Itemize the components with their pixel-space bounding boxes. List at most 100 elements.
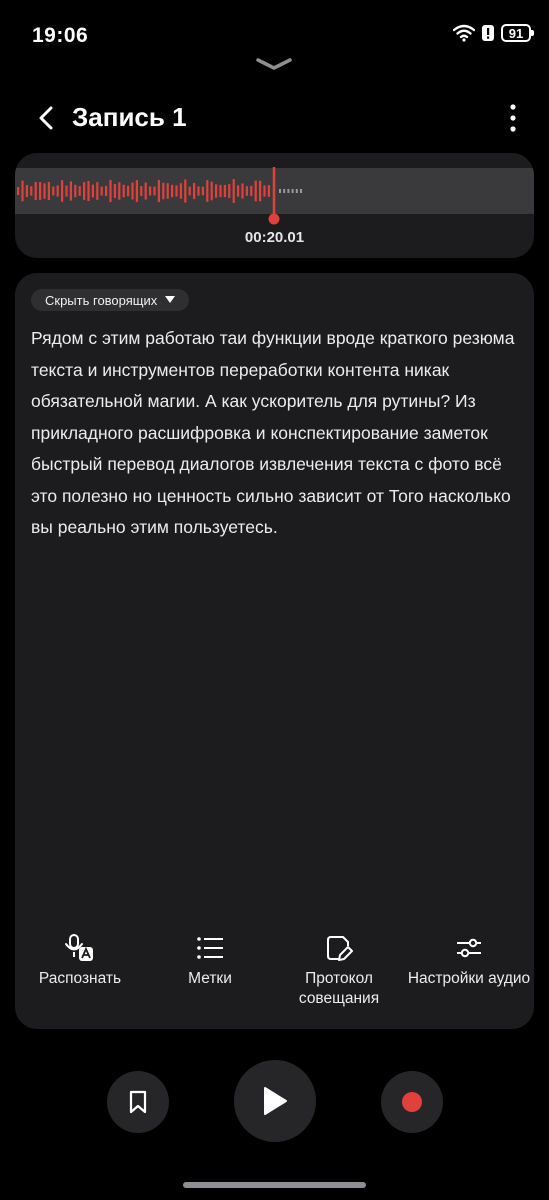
bookmark-button[interactable] (107, 1071, 169, 1133)
waveform-bar (201, 186, 204, 196)
meeting-protocol-label: Протокол совещания (298, 970, 380, 1007)
waveform-bar (39, 182, 42, 200)
transcript-card: Скрыть говорящих Рядом с этим работаю та… (15, 273, 534, 1029)
status-bar: 19:06 91 (0, 0, 549, 72)
waveform-bar (245, 186, 248, 196)
waveform-bar (250, 185, 253, 197)
recognize-button[interactable]: Распознать (15, 933, 145, 989)
waveform-bar (223, 184, 226, 198)
audio-settings-label: Настройки аудио (407, 970, 531, 987)
waveform-bar (175, 185, 178, 197)
waveform-bar (267, 185, 270, 197)
wifi-icon (453, 24, 475, 42)
playhead-handle[interactable] (268, 213, 280, 225)
waveform-placeholder-dot (287, 189, 290, 193)
waveform-placeholder-dot (295, 189, 298, 193)
waveform-bar (193, 182, 196, 200)
waveform-bar (21, 180, 24, 202)
waveform-placeholder-dot (300, 189, 302, 193)
waveform-bar (140, 185, 143, 197)
sliders-icon (457, 938, 481, 958)
waveform-bar (232, 179, 235, 203)
caret-down-icon (165, 296, 176, 303)
record-icon (402, 1092, 422, 1112)
hide-speakers-toggle[interactable]: Скрыть говорящих (31, 289, 190, 311)
waveform-bar (157, 179, 160, 203)
waveform-bar (74, 184, 77, 198)
waveform-bar (241, 183, 244, 199)
chevron-left-icon (39, 106, 53, 130)
waveform-bar (87, 180, 90, 202)
waveform-bar (100, 186, 103, 196)
status-icons: 91 (453, 24, 534, 42)
bookmark-icon (129, 1090, 147, 1114)
waveform-bar (91, 184, 94, 198)
waveform-bar (259, 180, 262, 202)
waveform-card[interactable]: 00:20.01 (15, 153, 534, 258)
waveform-bar (219, 184, 222, 198)
note-edit-icon (327, 936, 353, 961)
audio-settings-button[interactable]: Настройки аудио (404, 933, 534, 989)
waveform-bar (254, 180, 257, 202)
battery-indicator: 91 (501, 24, 534, 42)
play-button[interactable] (234, 1060, 316, 1142)
waveform-bar (61, 180, 64, 202)
waveform-bar (237, 185, 240, 197)
mic-translate-icon (65, 934, 93, 961)
waveform-bar (30, 186, 33, 196)
waveform-bar (78, 186, 81, 196)
waveform-bar (122, 184, 125, 198)
waveform-bar (153, 186, 156, 196)
home-indicator[interactable] (183, 1182, 366, 1188)
waveform-bar (118, 182, 121, 200)
playback-controls (0, 1060, 549, 1142)
waveform-bar (113, 184, 116, 198)
back-button[interactable] (28, 100, 64, 136)
waveform-bar (228, 184, 231, 198)
waveform-bar (166, 183, 169, 199)
waveform-bar (83, 182, 86, 200)
chevron-down-icon[interactable] (255, 56, 293, 72)
waveform-placeholder-dot (279, 189, 281, 193)
waveform-bar (197, 186, 200, 196)
play-icon (264, 1087, 287, 1115)
waveform-bar (171, 184, 174, 198)
waveform-bar (109, 179, 112, 203)
current-time: 00:20.01 (244, 229, 305, 246)
status-time: 19:06 (32, 24, 89, 47)
waveform-bar (52, 186, 55, 196)
waveform-bar (34, 181, 37, 201)
action-bar: Распознать Метки Протокол совещания Наст… (15, 933, 534, 1013)
recognize-label: Распознать (38, 970, 122, 987)
app-header: Запись 1 (0, 92, 549, 144)
transcript-text[interactable]: Рядом с этим работаю таи функции вроде к… (31, 323, 526, 544)
waveform-bar (105, 185, 108, 197)
waveform-bar (162, 182, 165, 200)
waveform-bar (179, 183, 182, 199)
waveform-bar (210, 181, 213, 201)
record-button[interactable] (381, 1071, 443, 1133)
waveform-bar (149, 186, 152, 196)
waveform-bar (69, 181, 72, 201)
waveform-bar (47, 181, 50, 201)
waveform-bar (131, 182, 134, 200)
page-title: Запись 1 (72, 102, 187, 132)
list-icon (197, 937, 223, 959)
waveform-bar (96, 182, 99, 200)
waveform-bar (25, 185, 28, 197)
waveform-bar (263, 185, 266, 197)
meeting-protocol-button[interactable]: Протокол совещания (274, 933, 404, 1009)
alert-icon (482, 25, 494, 41)
waveform-bar (127, 185, 130, 197)
hide-speakers-label: Скрыть говорящих (45, 292, 158, 308)
waveform-placeholder-dot (291, 189, 294, 193)
waveform-bar (184, 179, 187, 203)
waveform-bar (135, 180, 138, 202)
marks-button[interactable]: Метки (145, 933, 275, 989)
more-options-button[interactable] (501, 100, 525, 136)
waveform-bar (188, 186, 191, 196)
waveform-bar (206, 180, 209, 202)
waveform-placeholder-dot (283, 189, 286, 193)
waveform-bar (17, 187, 20, 195)
waveform-bar (215, 184, 218, 198)
